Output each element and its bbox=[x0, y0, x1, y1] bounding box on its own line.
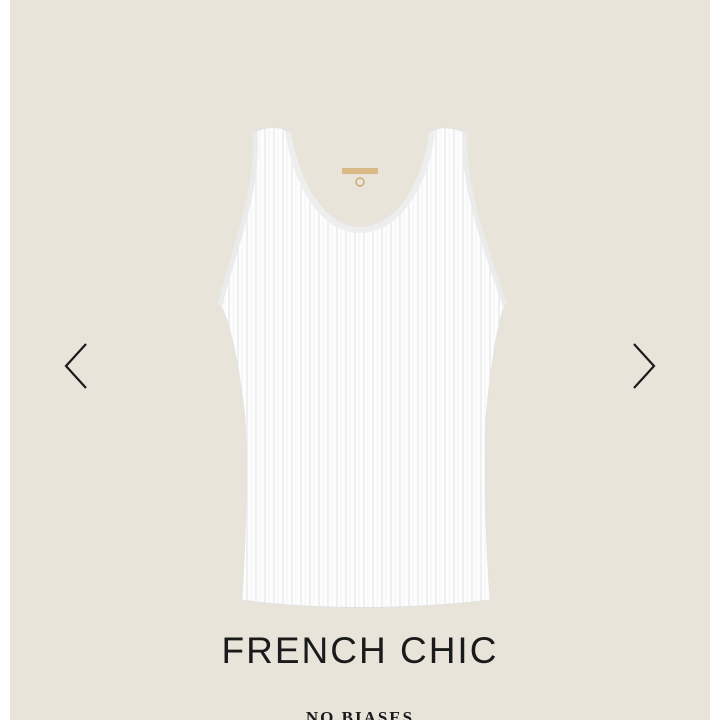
previous-slide-button[interactable] bbox=[58, 338, 98, 394]
brand-label bbox=[342, 168, 378, 174]
chevron-left-icon bbox=[64, 343, 87, 389]
product-image bbox=[200, 120, 520, 620]
next-slide-button[interactable] bbox=[622, 338, 662, 394]
product-title: FRENCH CHIC bbox=[221, 630, 499, 671]
tank-top-image bbox=[217, 127, 508, 608]
product-carousel: FRENCH CHIC NO BIASES bbox=[10, 0, 710, 720]
product-subtitle: NO BIASES bbox=[305, 708, 415, 720]
chevron-right-icon bbox=[633, 343, 656, 389]
